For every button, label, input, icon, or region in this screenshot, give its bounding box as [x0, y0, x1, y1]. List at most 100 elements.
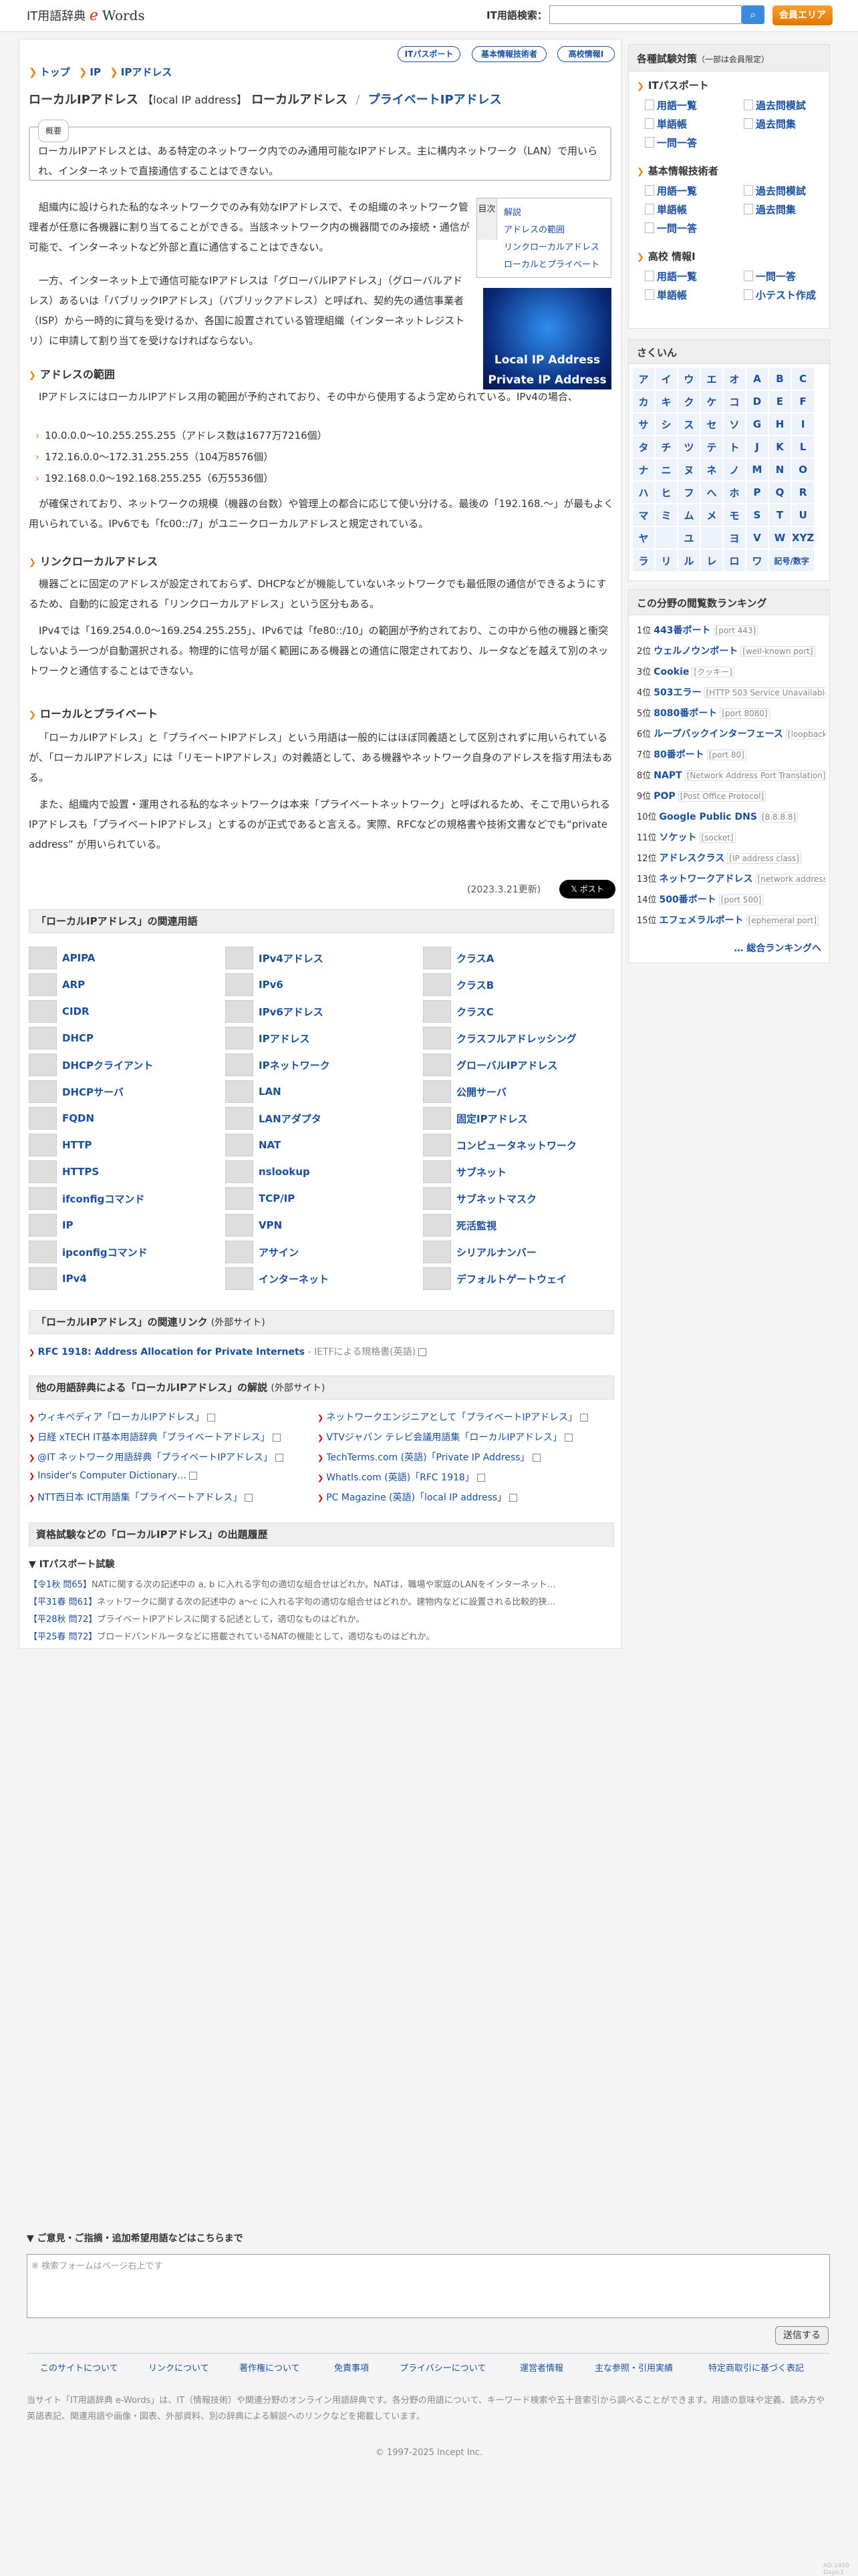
kana-cell[interactable]: ク — [677, 389, 701, 414]
related-term[interactable]: LAN — [225, 1080, 281, 1103]
x-post-button[interactable]: 𝕏 ポスト — [559, 880, 615, 899]
kana-cell[interactable]: ハ — [631, 480, 656, 504]
kana-cell[interactable]: ミ — [654, 503, 678, 527]
kana-cell[interactable]: G — [745, 412, 769, 436]
related-term[interactable]: HTTP — [29, 1134, 92, 1156]
exam-group-link[interactable]: 過去問模試 — [744, 98, 806, 112]
related-term[interactable]: 固定IPアドレス — [423, 1107, 528, 1130]
kana-cell[interactable]: ア — [631, 367, 656, 391]
breadcrumb-ipaddress[interactable]: IPアドレス — [121, 66, 172, 78]
related-term[interactable]: IPv6 — [225, 973, 283, 996]
exam-group-link[interactable]: 一問一答 — [645, 136, 697, 150]
kana-cell[interactable]: A — [745, 367, 769, 391]
kana-cell[interactable]: ナ — [631, 458, 656, 482]
related-term[interactable]: IPv4 — [29, 1267, 87, 1290]
kana-cell[interactable]: チ — [654, 435, 678, 459]
kana-cell[interactable]: コ — [722, 389, 746, 414]
breadcrumb-top[interactable]: トップ — [40, 66, 70, 78]
kana-cell[interactable]: ノ — [722, 458, 746, 482]
ranking-item[interactable]: 10位 Google Public DNS [8.8.8.8] — [637, 810, 825, 822]
kana-cell[interactable]: ワ — [745, 548, 769, 573]
kana-cell[interactable]: ラ — [631, 548, 656, 573]
related-term[interactable]: DHCP — [29, 1027, 94, 1050]
exam-group-link[interactable]: 過去問集 — [744, 202, 796, 216]
kana-cell[interactable]: I — [790, 412, 816, 436]
kana-cell[interactable]: S — [745, 503, 769, 527]
kana-cell[interactable]: ト — [722, 435, 746, 459]
kana-cell[interactable]: XYZ — [790, 526, 816, 550]
kana-cell[interactable]: ホ — [722, 480, 746, 504]
kana-cell[interactable]: フ — [677, 480, 701, 504]
kana-cell[interactable]: M — [745, 458, 769, 482]
related-term[interactable]: グローバルIPアドレス — [423, 1054, 557, 1076]
kana-cell[interactable]: ネ — [700, 458, 724, 482]
exam-item[interactable]: 【平28秋 問72】プライベートIPアドレスに関する記述として，適切なものはどれ… — [29, 1612, 364, 1625]
kana-cell[interactable]: L — [790, 435, 816, 459]
feedback-textarea[interactable]: ※ 検索フォームはページ右上です — [27, 2254, 830, 2318]
search-input[interactable] — [549, 5, 742, 24]
kana-cell[interactable]: K — [768, 435, 792, 459]
related-term[interactable]: APIPA — [29, 947, 95, 969]
related-term[interactable]: サブネット — [423, 1160, 507, 1183]
related-term[interactable]: デフォルトゲートウェイ — [423, 1267, 567, 1290]
kana-cell[interactable]: ル — [677, 548, 701, 573]
related-term[interactable]: クラスC — [423, 1000, 494, 1023]
exam-item[interactable]: 【平25春 問72】ブロードバンドルータなどに搭載されているNATの機能として，… — [29, 1629, 434, 1642]
related-term[interactable]: 公開サーバ — [423, 1080, 507, 1103]
kana-cell[interactable]: エ — [700, 367, 724, 391]
other-dictionary-link[interactable]: ウィキペディア「ローカルIPアドレス」 — [37, 1412, 204, 1423]
toc-item-range[interactable]: アドレスの範囲 — [504, 222, 565, 235]
feedback-send-button[interactable]: 送信する — [775, 2326, 829, 2345]
kana-cell[interactable]: P — [745, 480, 769, 504]
ranking-item[interactable]: 5位 8080番ポート [port 8080] — [637, 706, 825, 719]
related-term[interactable]: VPN — [225, 1214, 282, 1237]
kana-cell[interactable]: ス — [677, 412, 701, 436]
related-term[interactable]: 死活監視 — [423, 1214, 496, 1237]
toc-item-linklocal[interactable]: リンクローカルアドレス — [504, 240, 599, 253]
exam-group-link[interactable]: 小テスト作成 — [744, 288, 816, 302]
kana-cell[interactable]: テ — [700, 435, 724, 459]
kana-cell[interactable]: V — [745, 526, 769, 550]
kana-cell[interactable]: ウ — [677, 367, 701, 391]
ranking-item[interactable]: 12位 アドレスクラス [IP address class] — [637, 851, 825, 864]
ranking-item[interactable]: 1位 443番ポート [port 443] — [637, 623, 825, 637]
footer-link[interactable]: 特定商取引に基づく表記 — [708, 2361, 804, 2374]
rfc1918-link[interactable]: RFC 1918: Address Allocation for Private… — [38, 1347, 305, 1357]
toc-item-local-private[interactable]: ローカルとプライベート — [504, 257, 599, 270]
kana-cell[interactable]: セ — [700, 412, 724, 436]
exam-group-link[interactable]: 単語帳 — [645, 288, 687, 302]
related-term[interactable]: DHCPサーバ — [29, 1080, 124, 1103]
footer-link[interactable]: 著作権について — [239, 2361, 300, 2374]
ranking-item[interactable]: 8位 NAPT [Network Address Port Translation] — [637, 768, 825, 781]
exam-group-link[interactable]: 一問一答 — [645, 221, 697, 235]
footer-link[interactable]: 免責事項 — [334, 2361, 369, 2374]
related-term[interactable]: コンピュータネットワーク — [423, 1134, 577, 1156]
toc-item-explanation[interactable]: 解説 — [504, 205, 521, 218]
kana-cell[interactable]: イ — [654, 367, 678, 391]
other-dictionary-link[interactable]: PC Magazine (英語)「local IP address」 — [326, 1492, 507, 1503]
kana-cell[interactable]: メ — [700, 503, 724, 527]
kana-cell[interactable]: J — [745, 435, 769, 459]
kana-cell[interactable]: ヘ — [700, 480, 724, 504]
kana-cell[interactable]: オ — [722, 367, 746, 391]
ranking-item[interactable]: 7位 80番ポート [port 80] — [637, 748, 825, 761]
other-dictionary-link[interactable]: @IT ネットワーク用語辞典「プライベートIPアドレス」 — [37, 1452, 273, 1463]
related-term[interactable]: HTTPS — [29, 1160, 99, 1183]
related-term[interactable]: DHCPクライアント — [29, 1054, 153, 1076]
kana-cell[interactable]: カ — [631, 389, 656, 414]
ranking-item[interactable]: 4位 503エラー [HTTP 503 Service Unavailable] — [637, 685, 825, 699]
ranking-item[interactable]: 11位 ソケット [socket] — [637, 830, 825, 844]
ranking-item[interactable]: 6位ループバックインターフェース[loopback interface] — [637, 727, 825, 740]
kana-cell[interactable]: O — [790, 458, 816, 482]
kana-cell[interactable]: ム — [677, 503, 701, 527]
ranking-item[interactable]: 9位 POP [Post Office Protocol] — [637, 789, 825, 802]
kana-cell[interactable]: H — [768, 412, 792, 436]
kana-cell[interactable]: ヒ — [654, 480, 678, 504]
related-term[interactable]: LANアダプタ — [225, 1107, 321, 1130]
exam-group-link[interactable]: 用語一覧 — [645, 269, 697, 283]
kana-cell[interactable]: ケ — [700, 389, 724, 414]
kana-cell[interactable]: N — [768, 458, 792, 482]
related-term[interactable]: サブネットマスク — [423, 1187, 537, 1210]
footer-link[interactable]: 主な参照・引用実績 — [595, 2361, 673, 2374]
kana-cell[interactable]: C — [790, 367, 816, 391]
